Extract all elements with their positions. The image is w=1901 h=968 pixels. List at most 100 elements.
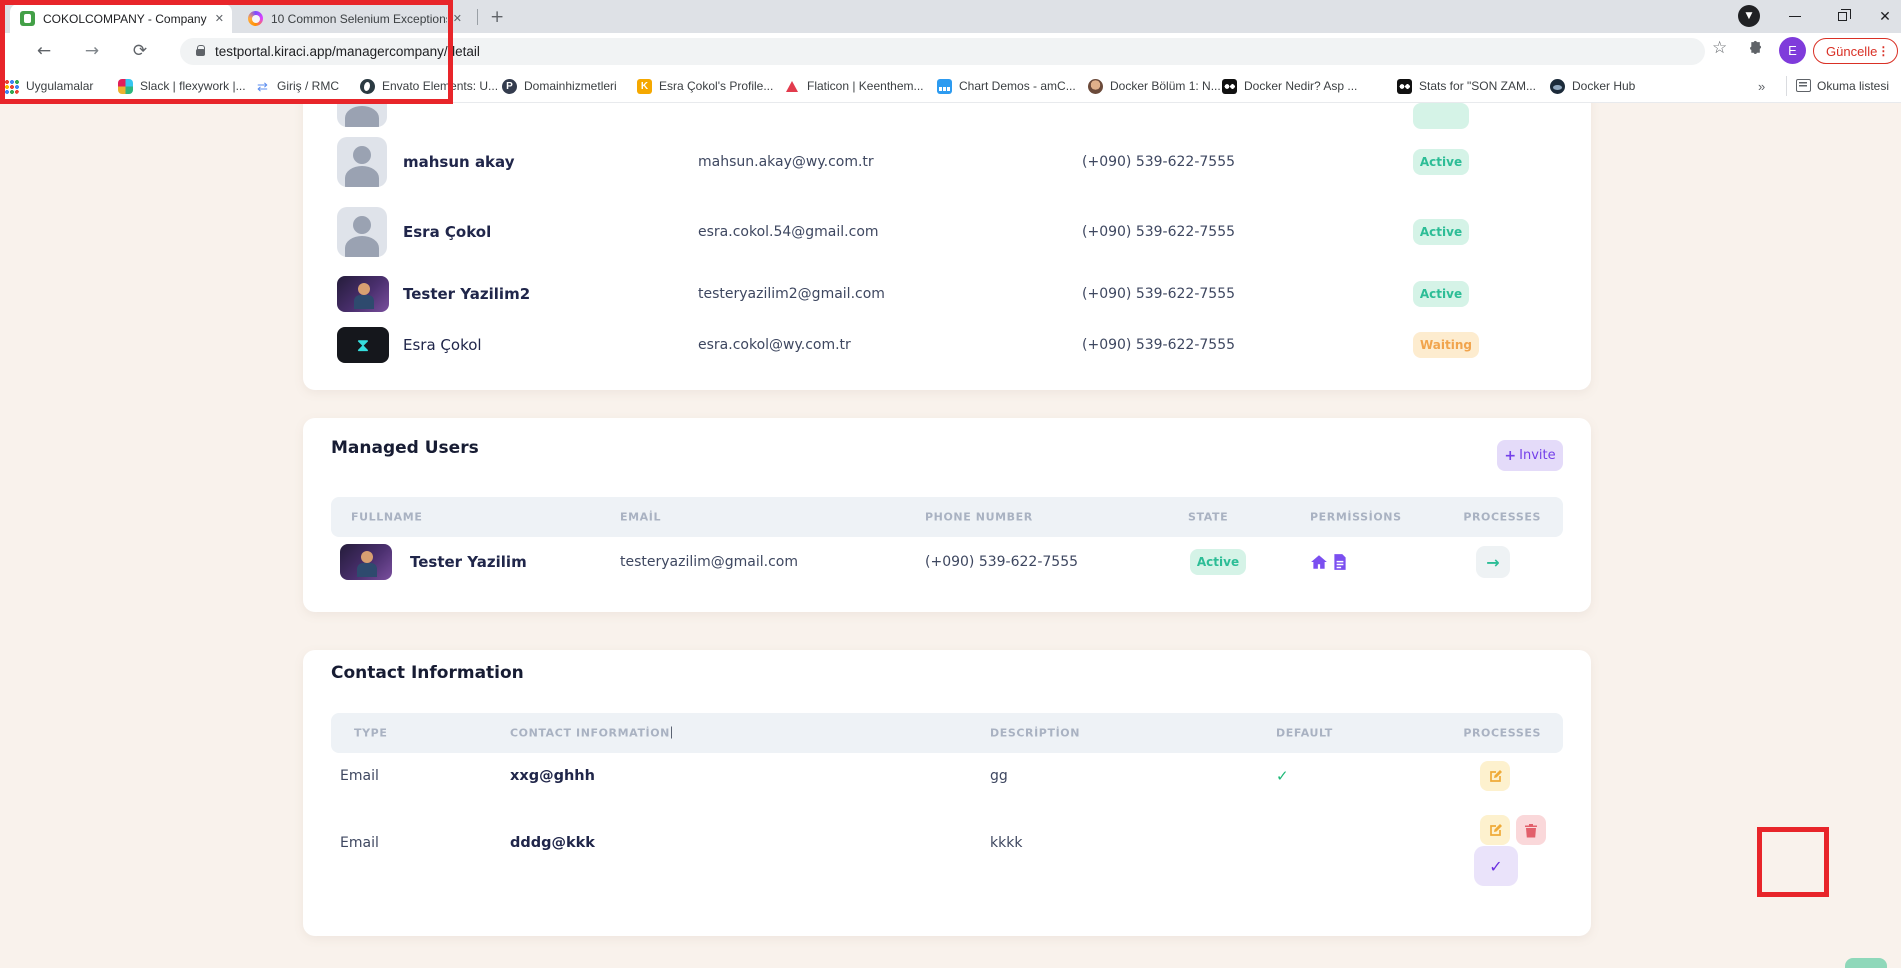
default-check-icon: ✓ bbox=[1276, 767, 1289, 785]
check-icon: ✓ bbox=[1489, 857, 1502, 876]
media-controls-button[interactable]: ▼ bbox=[1738, 5, 1760, 27]
delete-button[interactable] bbox=[1516, 815, 1546, 845]
plesk-icon: P bbox=[502, 79, 517, 94]
column-header-default: DEFAULT bbox=[1276, 727, 1333, 740]
stats-icon bbox=[1397, 79, 1412, 94]
table-row: ⧗ Esra Çokol esra.cokol@wy.com.tr (+090)… bbox=[303, 317, 1591, 373]
home-icon bbox=[1310, 553, 1328, 571]
invite-button[interactable]: + Invite bbox=[1497, 440, 1563, 471]
status-badge: Active bbox=[1413, 219, 1469, 245]
bookmark-item-9[interactable]: Docker Bölüm 1: N... bbox=[1088, 77, 1221, 95]
bookmarks-overflow-button[interactable]: » bbox=[1758, 79, 1765, 94]
reading-list-icon[interactable] bbox=[1796, 79, 1811, 92]
column-header-fullname: FULLNAME bbox=[351, 511, 422, 524]
bookmark-item-12[interactable]: Docker Hub bbox=[1550, 77, 1635, 95]
flaticon-icon bbox=[785, 79, 800, 94]
user-email: esra.cokol@wy.com.tr bbox=[698, 337, 851, 353]
contact-value: dddg@kkk bbox=[510, 835, 595, 851]
contact-description: kkkk bbox=[990, 835, 1022, 851]
avatar: ⧗ bbox=[337, 327, 389, 363]
close-window-button[interactable]: ✕ bbox=[1865, 0, 1901, 33]
column-header-email: EMAİL bbox=[620, 511, 661, 524]
user-fullname: mahsun akay bbox=[403, 153, 514, 171]
plus-icon: + bbox=[1504, 448, 1516, 464]
column-header-processes: PROCESSES bbox=[1463, 511, 1541, 524]
bookmark-item-6[interactable]: K Esra Çokol's Profile... bbox=[637, 77, 773, 95]
column-header-type: TYPE bbox=[354, 727, 387, 740]
users-card: mahsun akay mahsun.akay@wy.com.tr (+090)… bbox=[303, 58, 1591, 390]
column-header-state: STATE bbox=[1188, 511, 1228, 524]
annotation-box-browser-bar bbox=[0, 0, 453, 104]
close-icon[interactable]: ✕ bbox=[453, 12, 462, 25]
bookmark-item-8[interactable]: Chart Demos - amC... bbox=[937, 77, 1076, 95]
docker-hub-icon bbox=[1550, 79, 1565, 94]
text-caret bbox=[671, 727, 672, 739]
minimize-button[interactable] bbox=[1775, 0, 1815, 33]
column-header-contact-information: CONTACT INFORMATİON bbox=[510, 727, 672, 740]
user-email: testeryazilim@gmail.com bbox=[620, 554, 798, 570]
arrow-right-icon: → bbox=[1486, 553, 1499, 572]
managed-users-card: Managed Users + Invite FULLNAME EMAİL PH… bbox=[303, 418, 1591, 612]
status-badge: Waiting bbox=[1413, 332, 1479, 358]
user-fullname: Esra Çokol bbox=[403, 336, 482, 354]
column-header-description: DESCRİPTİON bbox=[990, 727, 1080, 740]
kebab-menu-icon[interactable]: ⋮ bbox=[1877, 44, 1889, 58]
browser-window: mahsun akay mahsun.akay@wy.com.tr (+090)… bbox=[0, 0, 1901, 968]
restore-icon bbox=[1838, 12, 1847, 21]
edit-button[interactable] bbox=[1480, 761, 1510, 791]
contact-description: gg bbox=[990, 768, 1008, 784]
bookmark-star-button[interactable]: ☆ bbox=[1712, 38, 1727, 58]
document-icon bbox=[1332, 553, 1348, 571]
open-user-detail-button[interactable]: → bbox=[1476, 546, 1510, 578]
bookmark-item-7[interactable]: Flaticon | Keenthem... bbox=[785, 77, 924, 95]
confirm-button[interactable]: ✓ bbox=[1474, 846, 1518, 886]
video-icon bbox=[1222, 79, 1237, 94]
bookmark-item-10[interactable]: Docker Nedir? Asp ... bbox=[1222, 77, 1357, 95]
user-email: testeryazilim2@gmail.com bbox=[698, 286, 885, 302]
restore-button[interactable] bbox=[1822, 0, 1862, 33]
contact-row: Email xxg@ghhh gg ✓ bbox=[303, 748, 1591, 804]
user-phone: (+090) 539-622-7555 bbox=[925, 554, 1078, 570]
new-tab-button[interactable]: + bbox=[490, 7, 504, 27]
trash-icon bbox=[1524, 823, 1538, 838]
close-icon: ✕ bbox=[1879, 8, 1891, 25]
user-phone: (+090) 539-622-7555 bbox=[1082, 154, 1235, 170]
contact-type: Email bbox=[340, 835, 379, 851]
contact-value: xxg@ghhh bbox=[510, 768, 595, 784]
status-badge: Active bbox=[1413, 149, 1469, 175]
extensions-puzzle-button[interactable] bbox=[1746, 40, 1763, 62]
invite-label: Invite bbox=[1519, 448, 1555, 463]
avatar bbox=[337, 207, 387, 257]
contact-info-card: Contact Information TYPE CONTACT INFORMA… bbox=[303, 650, 1591, 936]
avatar-photo-icon bbox=[1088, 79, 1103, 94]
user-fullname: Esra Çokol bbox=[403, 223, 491, 241]
toast-sliver bbox=[1845, 958, 1887, 968]
chrome-update-button[interactable]: Güncelle ⋮ bbox=[1813, 38, 1898, 64]
bookmark-item-11[interactable]: Stats for "SON ZAM... bbox=[1397, 77, 1536, 95]
section-title: Contact Information bbox=[331, 663, 524, 683]
user-email: esra.cokol.54@gmail.com bbox=[698, 224, 879, 240]
status-badge: Active bbox=[1413, 281, 1469, 307]
amcharts-icon bbox=[937, 79, 952, 94]
edit-button[interactable] bbox=[1480, 815, 1510, 845]
profile-avatar[interactable]: E bbox=[1779, 37, 1806, 64]
update-label: Güncelle bbox=[1826, 44, 1877, 59]
user-phone: (+090) 539-622-7555 bbox=[1082, 337, 1235, 353]
managed-users-header-row: FULLNAME EMAİL PHONE NUMBER STATE PERMİS… bbox=[331, 497, 1563, 537]
contact-info-header-row: TYPE CONTACT INFORMATİON DESCRİPTİON DEF… bbox=[331, 713, 1563, 753]
edit-pencil-icon bbox=[1488, 769, 1503, 784]
kariyer-icon: K bbox=[637, 79, 652, 94]
bookmark-item-5[interactable]: P Domainhizmetleri bbox=[502, 77, 617, 95]
annotation-box-confirm-button bbox=[1757, 827, 1829, 897]
chevron-down-icon: ▼ bbox=[1746, 11, 1753, 21]
table-row: mahsun akay mahsun.akay@wy.com.tr (+090)… bbox=[303, 134, 1591, 190]
user-fullname: Tester Yazilim bbox=[410, 553, 527, 571]
status-badge: Active bbox=[1190, 549, 1246, 575]
table-row: Tester Yazilim2 testeryazilim2@gmail.com… bbox=[303, 266, 1591, 322]
tab-separator bbox=[477, 9, 478, 25]
managed-user-row: Tester Yazilim testeryazilim@gmail.com (… bbox=[303, 534, 1591, 590]
user-phone: (+090) 539-622-7555 bbox=[1082, 286, 1235, 302]
contact-row: Email dddg@kkk kkkk ✓ bbox=[303, 815, 1591, 871]
divider bbox=[1786, 76, 1787, 96]
reading-list-label[interactable]: Okuma listesi bbox=[1817, 79, 1889, 93]
